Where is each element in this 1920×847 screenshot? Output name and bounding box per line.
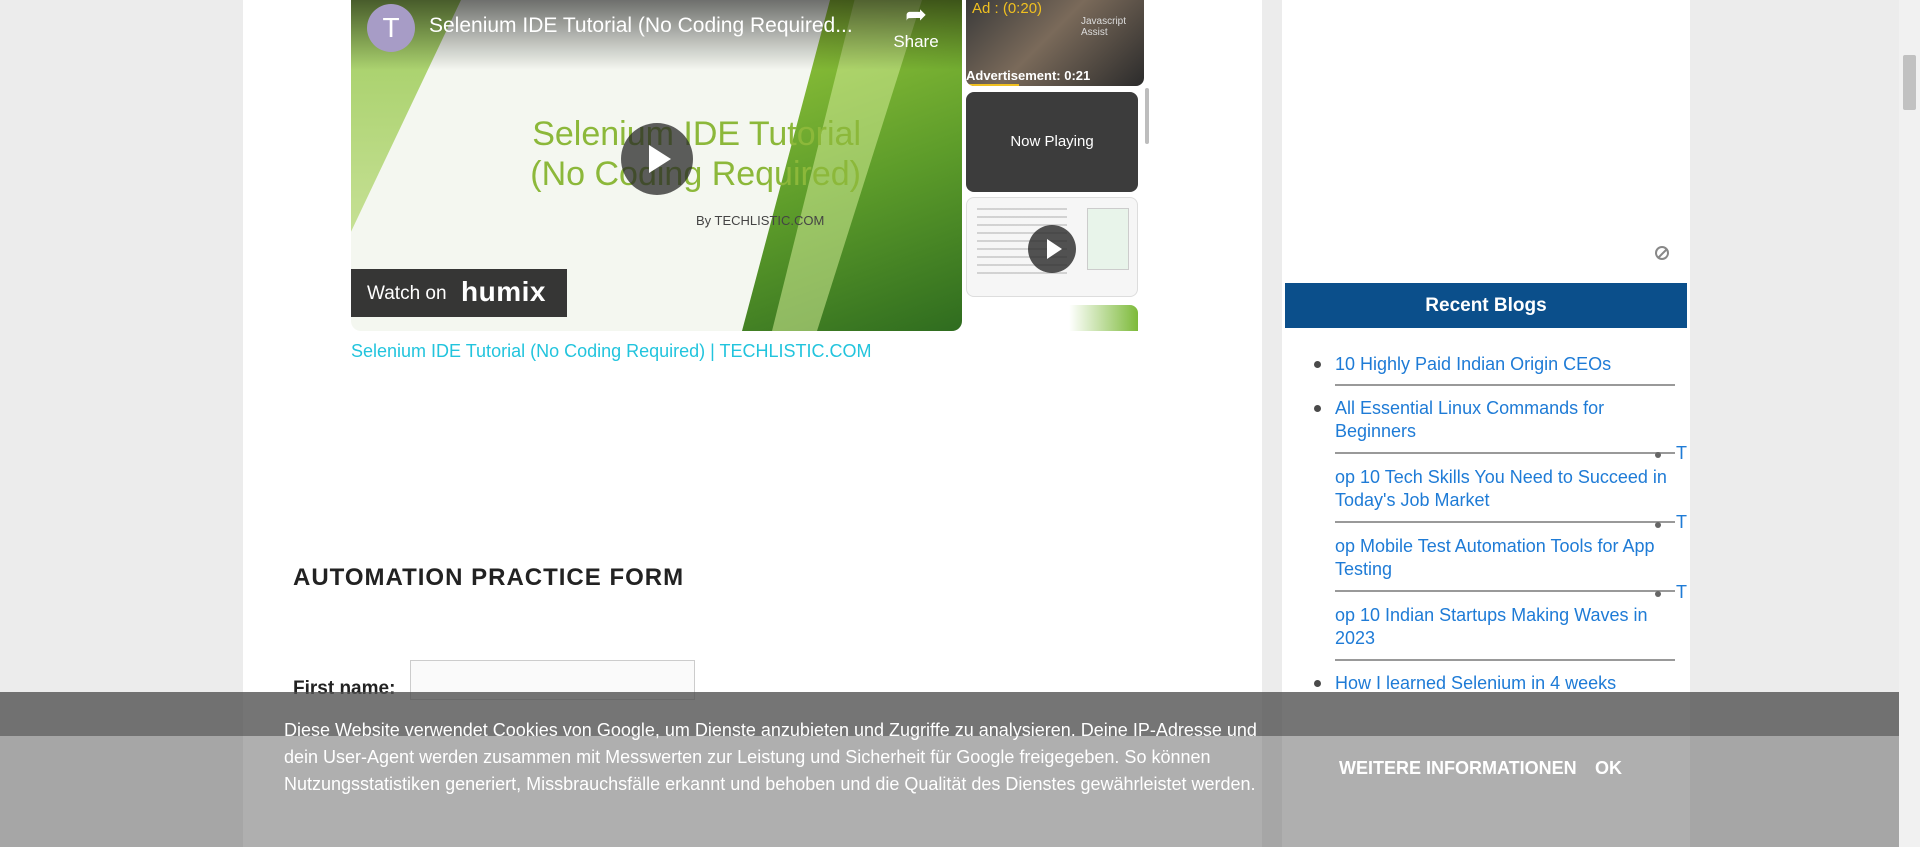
- ad-progress-bar: [966, 84, 1020, 86]
- play-icon: [1028, 225, 1076, 273]
- watch-on-label: Watch on: [367, 283, 447, 304]
- blog-link-lead[interactable]: T: [1676, 512, 1687, 533]
- list-bullet: [1655, 591, 1661, 597]
- list-bullet: [1314, 361, 1321, 368]
- form-title: AUTOMATION PRACTICE FORM: [293, 564, 685, 591]
- list-bullet: [1314, 405, 1321, 412]
- share-label: Share: [893, 32, 939, 51]
- divider: [1335, 384, 1675, 386]
- humix-logo: humix: [461, 276, 546, 307]
- share-button[interactable]: ➦ Share: [888, 0, 944, 56]
- watch-on-humix-button[interactable]: Watch on humix: [351, 269, 567, 317]
- video-title[interactable]: Selenium IDE Tutorial (No Coding Require…: [429, 14, 853, 38]
- page-scrollbar[interactable]: [1899, 0, 1920, 847]
- video-player[interactable]: Selenium IDE Tutorial (No Coding Require…: [351, 0, 962, 331]
- divider: [1335, 452, 1675, 454]
- divider: [1335, 590, 1675, 592]
- channel-avatar[interactable]: T: [367, 4, 415, 52]
- list-bullet: [1314, 680, 1321, 687]
- blog-link[interactable]: op 10 Indian Startups Making Waves in 20…: [1335, 604, 1680, 650]
- blog-link[interactable]: op Mobile Test Automation Tools for App …: [1335, 535, 1680, 581]
- ok-button[interactable]: OK: [1595, 758, 1622, 779]
- now-playing-label: Now Playing: [1010, 133, 1094, 150]
- play-button[interactable]: [621, 123, 693, 195]
- cookie-notice-text: Diese Website verwendet Cookies von Goog…: [284, 720, 1257, 794]
- slide-byline: By TECHLISTIC.COM: [696, 213, 825, 228]
- share-arrow-icon: ➦: [905, 0, 927, 29]
- blog-link-lead[interactable]: T: [1676, 582, 1687, 603]
- list-bullet: [1655, 522, 1661, 528]
- divider: [1335, 521, 1675, 523]
- ad-countdown: Ad : (0:20): [972, 0, 1043, 17]
- ad-tag: Javascript Assist: [1081, 16, 1127, 38]
- blog-link[interactable]: op 10 Tech Skills You Need to Succeed in…: [1335, 466, 1680, 512]
- ad-choices-icon[interactable]: [1655, 246, 1669, 260]
- blog-link-lead[interactable]: T: [1676, 443, 1687, 464]
- playlist-scrollbar[interactable]: [1145, 88, 1149, 144]
- playlist-ad-item[interactable]: Ad : (0:20) Javascript Assist Advertisem…: [966, 0, 1144, 86]
- scrollbar-thumb[interactable]: [1903, 55, 1916, 110]
- playlist-item[interactable]: [966, 305, 1138, 331]
- divider: [1335, 659, 1675, 661]
- video-link[interactable]: Selenium IDE Tutorial (No Coding Require…: [351, 341, 872, 362]
- blog-link[interactable]: 10 Highly Paid Indian Origin CEOs: [1335, 353, 1680, 376]
- ad-time: Advertisement: 0:21: [966, 68, 1091, 83]
- more-info-button[interactable]: WEITERE INFORMATIONEN: [1339, 758, 1577, 779]
- thumbnail-panel: [1087, 208, 1129, 270]
- playlist-now-playing-item[interactable]: Now Playing: [966, 92, 1138, 192]
- video-playlist: Ad : (0:20) Javascript Assist Advertisem…: [966, 0, 1149, 331]
- list-bullet: [1655, 452, 1661, 458]
- blog-link[interactable]: All Essential Linux Commands for Beginne…: [1335, 397, 1680, 443]
- recent-blogs-header: Recent Blogs: [1285, 283, 1687, 328]
- playlist-item[interactable]: [966, 197, 1138, 297]
